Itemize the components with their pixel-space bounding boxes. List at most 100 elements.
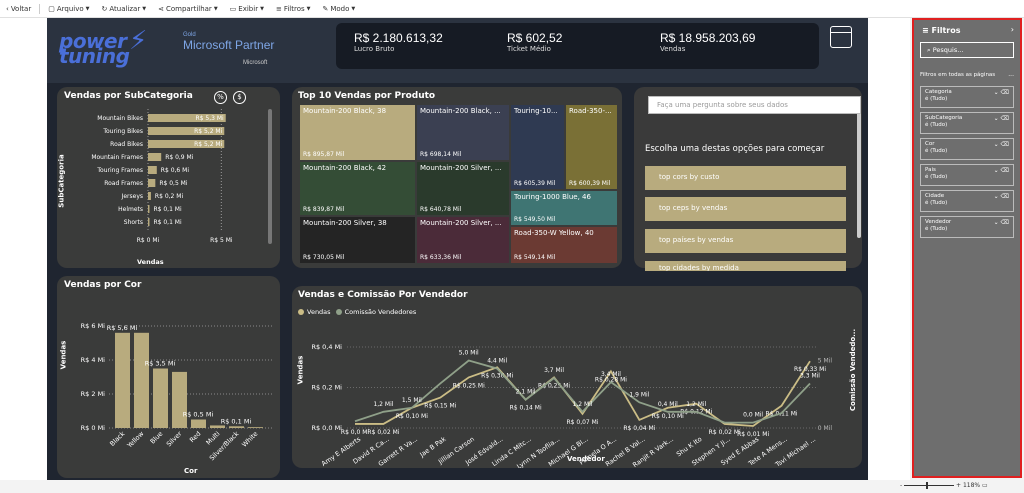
bar [134,332,149,428]
treemap-cell[interactable]: Mountain-200 Silver, ... R$ 633,36 Mil [416,216,510,264]
treemap-cell-value: R$ 605,39 Mil [514,180,556,187]
qa-option[interactable]: top cidades by medida [645,261,846,271]
refresh-icon: ↻ [101,4,108,13]
treemap-cell-name: Mountain-200 Black, 42 [303,164,387,172]
bar-value-label: R$ 5,3 Mi [196,115,225,122]
filter-card-subcategoria[interactable]: SubCategoria é (Tudo) ⌄ ⌫ [920,112,1014,134]
data-label: R$ 0,04 Mi [623,425,655,432]
zoom-in-icon[interactable]: + [956,482,963,489]
zoom-slider[interactable] [904,482,955,489]
toolbar-divider [39,3,41,14]
treemap-cell[interactable]: Mountain-200 Black, ... R$ 698,14 Mil [416,104,510,161]
data-label: R$ 0,30 Mi [481,372,513,379]
filters-title: ≡ Filtros [922,26,960,35]
treemap-cell-value: R$ 839,87 Mil [303,206,345,213]
filter-card-vendedor[interactable]: Vendedor é (Tudo) ⌄ ⌫ [920,216,1014,238]
filter-card-cor[interactable]: Cor é (Tudo) ⌄ ⌫ [920,138,1014,160]
fit-page-icon[interactable]: ▭ [982,482,988,489]
salesperson-card: Vendas e Comissão Por Vendedor Vendas Co… [292,286,862,468]
bar-value-label: R$ 0,5 Mi [183,411,214,419]
filter-card-categoria[interactable]: Categoria é (Tudo) ⌄ ⌫ [920,86,1014,108]
treemap-cell[interactable]: Mountain-200 Silver, 38 R$ 730,05 Mil [299,216,416,264]
treemap-cell-name: Touring-1000 Blue, 46 [514,193,591,201]
zoom-slider-thumb[interactable] [926,482,929,489]
menu-modo[interactable]: ✎ Modo ▼ [316,5,361,13]
qa-input[interactable]: Faça uma pergunta sobre seus dados [648,96,861,114]
filters-pane: ≡ Filtros › ⌕ Pesquis... Filtros em toda… [912,18,1022,478]
filter-card-state: é (Tudo) [925,148,948,154]
qa-option[interactable]: top países by vendas [645,229,846,253]
treemap-cell-value: R$ 895,87 Mil [303,151,345,158]
x-tick-label: R$ 0 Mi [137,237,160,244]
filters-search-placeholder: Pesquis... [932,46,964,54]
back-button[interactable]: ‹ Voltar [0,5,37,13]
report-canvas: power tuning ⚡ Gold Microsoft Partner Mi… [0,18,910,480]
subcategory-scrollbar[interactable] [268,109,272,244]
treemap-cell[interactable]: Touring-10... R$ 605,39 Mil [510,104,565,190]
treemap-cell-name: Touring-10... [514,107,558,115]
chevron-down-icon[interactable]: ⌄ ⌫ [994,167,1009,174]
y-tick-label: R$ 0,2 Mi [311,384,342,392]
partner-name: Microsoft Partner [183,38,275,52]
share-icon: ⋖ [158,4,164,13]
chevron-down-icon[interactable]: ⌄ ⌫ [994,141,1009,148]
filter-card-pais[interactable]: Pais é (Tudo) ⌄ ⌫ [920,164,1014,186]
chevron-down-icon: ▼ [306,5,311,12]
treemap-cell[interactable]: Mountain-200 Black, 38 R$ 895,87 Mil [299,104,416,161]
data-label: 1,5 Mil [402,397,422,404]
kpi-ticket-medio: R$ 602,52 Ticket Médio [507,31,562,53]
category-tick-label: White [240,430,259,449]
more-options-icon[interactable]: ... [1008,71,1014,78]
bar-value-label: R$ 5,2 Mi [194,128,223,135]
qa-option[interactable]: top ceps by vendas [645,197,846,221]
menu-filtros[interactable]: ≡ Filtros ▼ [270,5,317,13]
chevron-down-icon[interactable]: ⌄ ⌫ [994,219,1009,226]
calendar-icon[interactable] [830,26,852,48]
filter-card-state: é (Tudo) [925,200,948,206]
color-bar-chart: R$ 6 Mi R$ 4 Mi R$ 2 Mi R$ 0 Mi R$ 5,6 Mi Bla… [81,322,272,462]
menu-exibir[interactable]: ▭ Exibir ▼ [224,5,270,13]
filter-card-state: é (Tudo) [925,96,948,102]
category-tick-label: Mountain Bikes [97,115,143,122]
company-logo: power tuning ⚡ [59,28,147,66]
treemap-cell[interactable]: Road-350-... R$ 600,39 Mil [565,104,618,190]
view-icon: ▭ [229,4,237,13]
bar [191,419,206,428]
treemap-cell[interactable]: Touring-1000 Blue, 46 R$ 549,50 Mil [510,190,618,226]
y-tick-label: R$ 0,0 Mi [311,424,342,432]
bar-value-label: R$ 0,1 Mi [153,219,182,226]
treemap-cell-name: Mountain-200 Black, 38 [303,107,387,115]
data-label: 1,2 Mil [573,401,593,408]
filter-icon: ≡ [922,26,932,35]
kpi-value: R$ 602,52 [507,31,563,45]
filter-card-cidade[interactable]: Cidade é (Tudo) ⌄ ⌫ [920,190,1014,212]
menu-exibir-label: Exibir [238,4,259,13]
data-label: 4,4 Mil [487,358,507,365]
filters-search-input[interactable]: ⌕ Pesquis... [920,42,1014,58]
data-label: 0,4 Mil [658,401,678,408]
category-tick-label: Yellow [125,429,146,450]
category-tick-label: Silver [165,430,184,449]
category-tick-label: Road Frames [104,180,143,187]
menu-atualizar[interactable]: ↻ Atualizar ▼ [95,5,152,13]
chevron-down-icon: ▼ [142,5,147,12]
menu-arquivo[interactable]: ▢ Arquivo ▼ [42,5,95,13]
qa-option[interactable]: top cors by custo [645,166,846,190]
treemap-cell[interactable]: Mountain-200 Silver, ... R$ 640,78 Mil [416,161,510,216]
partner-ms: Microsoft [243,60,268,66]
treemap-cell[interactable]: Mountain-200 Black, 42 R$ 839,87 Mil [299,161,416,216]
chevron-down-icon[interactable]: ⌄ ⌫ [994,115,1009,122]
category-tick-label: Black [108,430,126,448]
color-x-axis-title: Cor [184,467,198,475]
menu-compartilhar[interactable]: ⋖ Compartilhar ▼ [152,5,224,13]
chevron-down-icon[interactable]: ⌄ ⌫ [994,89,1009,96]
category-tick-label: Road Bikes [110,141,143,148]
bar [172,371,187,428]
collapse-pane-icon[interactable]: › [1011,25,1014,34]
chevron-down-icon[interactable]: ⌄ ⌫ [994,193,1009,200]
y-tick-label: R$ 0 Mi [81,424,106,432]
treemap-cell[interactable]: Road-350-W Yellow, 40 R$ 549,14 Mil [510,226,618,264]
qa-scrollbar[interactable] [857,104,861,238]
menu-atualizar-label: Atualizar [109,4,141,13]
zoom-control[interactable]: - + 118% ▭ [900,482,988,489]
